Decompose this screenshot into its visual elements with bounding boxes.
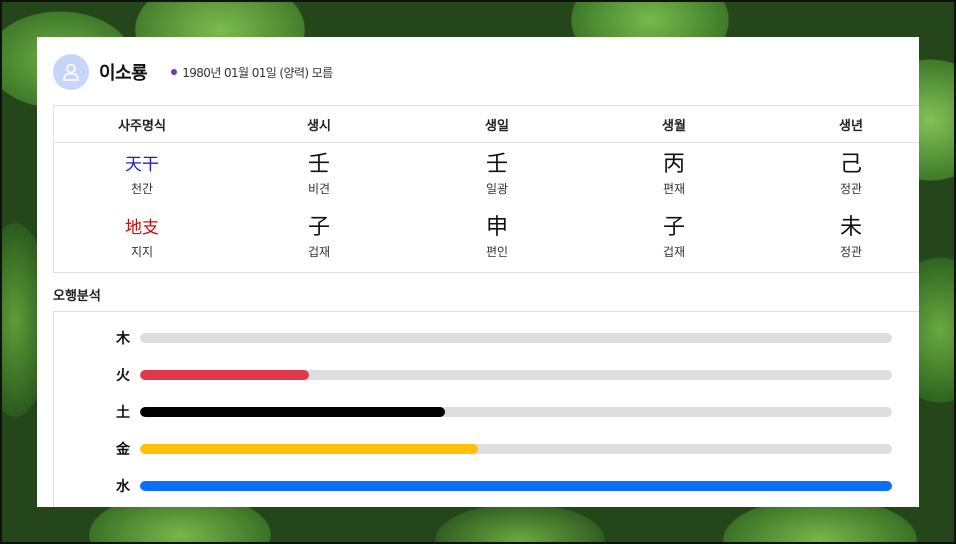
- day-branch-sub: 편인: [485, 245, 509, 259]
- element-bar-earth: [140, 407, 445, 417]
- element-bar-metal: [140, 444, 479, 454]
- element-bar-fire: [140, 370, 310, 380]
- month-branch-sub: 겁재: [662, 245, 686, 259]
- user-icon: [63, 63, 79, 81]
- profile-header: 이소룡 1980년 01월 01일 (양력) 모름: [53, 53, 333, 91]
- year-branch-sub: 정관: [839, 245, 863, 259]
- hour-stem-sub: 비견: [307, 182, 331, 196]
- element-label-wood: 木: [116, 331, 130, 347]
- avatar: [53, 54, 89, 90]
- day-stem-sub: 일광: [485, 182, 509, 196]
- element-track-earth: [140, 407, 892, 417]
- header-month: 생월: [662, 119, 686, 134]
- profile-name: 이소룡: [99, 63, 148, 84]
- day-branch: 申: [485, 215, 509, 240]
- element-track-metal: [140, 444, 892, 454]
- hour-branch-sub: 겁재: [307, 245, 331, 259]
- element-track-fire: [140, 370, 892, 380]
- jiji-sub-label: 지지: [130, 245, 154, 259]
- cheongan-label: 天干: [125, 155, 159, 175]
- month-stem: 丙: [662, 152, 686, 177]
- five-elements-chart: 木 火 土 金 水: [53, 311, 919, 507]
- header-year: 생년: [839, 119, 863, 134]
- section-title: 오행분석: [53, 289, 101, 304]
- element-track-water: [140, 481, 892, 491]
- element-label-water: 水: [116, 479, 130, 495]
- element-track-wood: [140, 333, 892, 343]
- birth-info: 1980년 01월 01일 (양력) 모름: [182, 65, 333, 80]
- saju-table: 사주명식 생시 생일 생월 생년 天干 천간 壬 비견 壬 일광 丙 편재 己 …: [53, 105, 919, 273]
- year-stem: 己: [839, 152, 863, 177]
- hour-stem: 壬: [307, 152, 331, 177]
- element-label-fire: 火: [116, 368, 130, 384]
- header-saju: 사주명식: [118, 119, 166, 134]
- hour-branch: 子: [307, 215, 331, 240]
- bullet-icon: [171, 69, 178, 75]
- header-day: 생일: [485, 119, 509, 134]
- saju-card: 이소룡 1980년 01월 01일 (양력) 모름 사주명식 생시 생일 생월 …: [37, 37, 919, 507]
- jiji-label: 地支: [125, 218, 159, 238]
- element-label-metal: 金: [116, 442, 130, 458]
- year-stem-sub: 정관: [839, 182, 863, 196]
- element-bar-water: [140, 481, 892, 491]
- saju-table-header: 사주명식 생시 생일 생월 생년: [54, 106, 919, 143]
- month-branch: 子: [662, 215, 686, 240]
- year-branch: 未: [839, 215, 863, 240]
- day-stem: 壬: [485, 152, 509, 177]
- month-stem-sub: 편재: [662, 182, 686, 196]
- cheongan-sub-label: 천간: [130, 182, 154, 196]
- header-hour: 생시: [307, 119, 331, 134]
- element-label-earth: 土: [116, 405, 130, 421]
